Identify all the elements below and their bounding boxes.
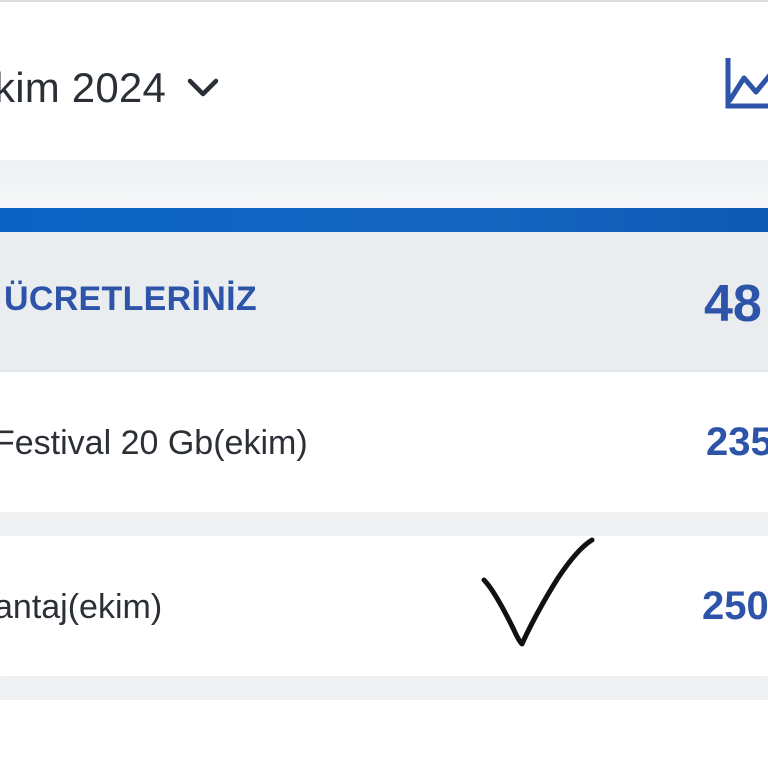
charge-item-label: antaj(ekim): [0, 588, 163, 626]
month-selector[interactable]: kim 2024: [0, 60, 220, 116]
billing-screen: kim 2024 ÜCRETLERİNİZ 48 Festival 20 Gb(…: [0, 0, 768, 768]
chevron-down-icon: [187, 78, 219, 97]
charge-item-amount: 250: [702, 584, 768, 628]
charge-item-label: Festival 20 Gb(ekim): [0, 424, 308, 462]
row-separator: [0, 678, 768, 700]
month-label: kim 2024: [0, 64, 167, 111]
section-gap: [0, 160, 768, 208]
handwritten-checkmark-icon: [481, 537, 595, 647]
header: kim 2024: [0, 2, 768, 160]
charge-item-amount: 235: [706, 420, 768, 464]
charge-item-row[interactable]: Festival 20 Gb(ekim) 235: [0, 372, 768, 512]
charges-summary-row[interactable]: ÜCRETLERİNİZ 48: [0, 232, 768, 370]
charge-item-row[interactable]: antaj(ekim) 250: [0, 536, 768, 676]
charges-title: ÜCRETLERİNİZ: [4, 280, 257, 318]
charges-total-amount: 48: [704, 275, 762, 333]
line-chart-icon[interactable]: [722, 54, 768, 116]
accent-bar: [0, 208, 768, 232]
row-separator: [0, 514, 768, 536]
